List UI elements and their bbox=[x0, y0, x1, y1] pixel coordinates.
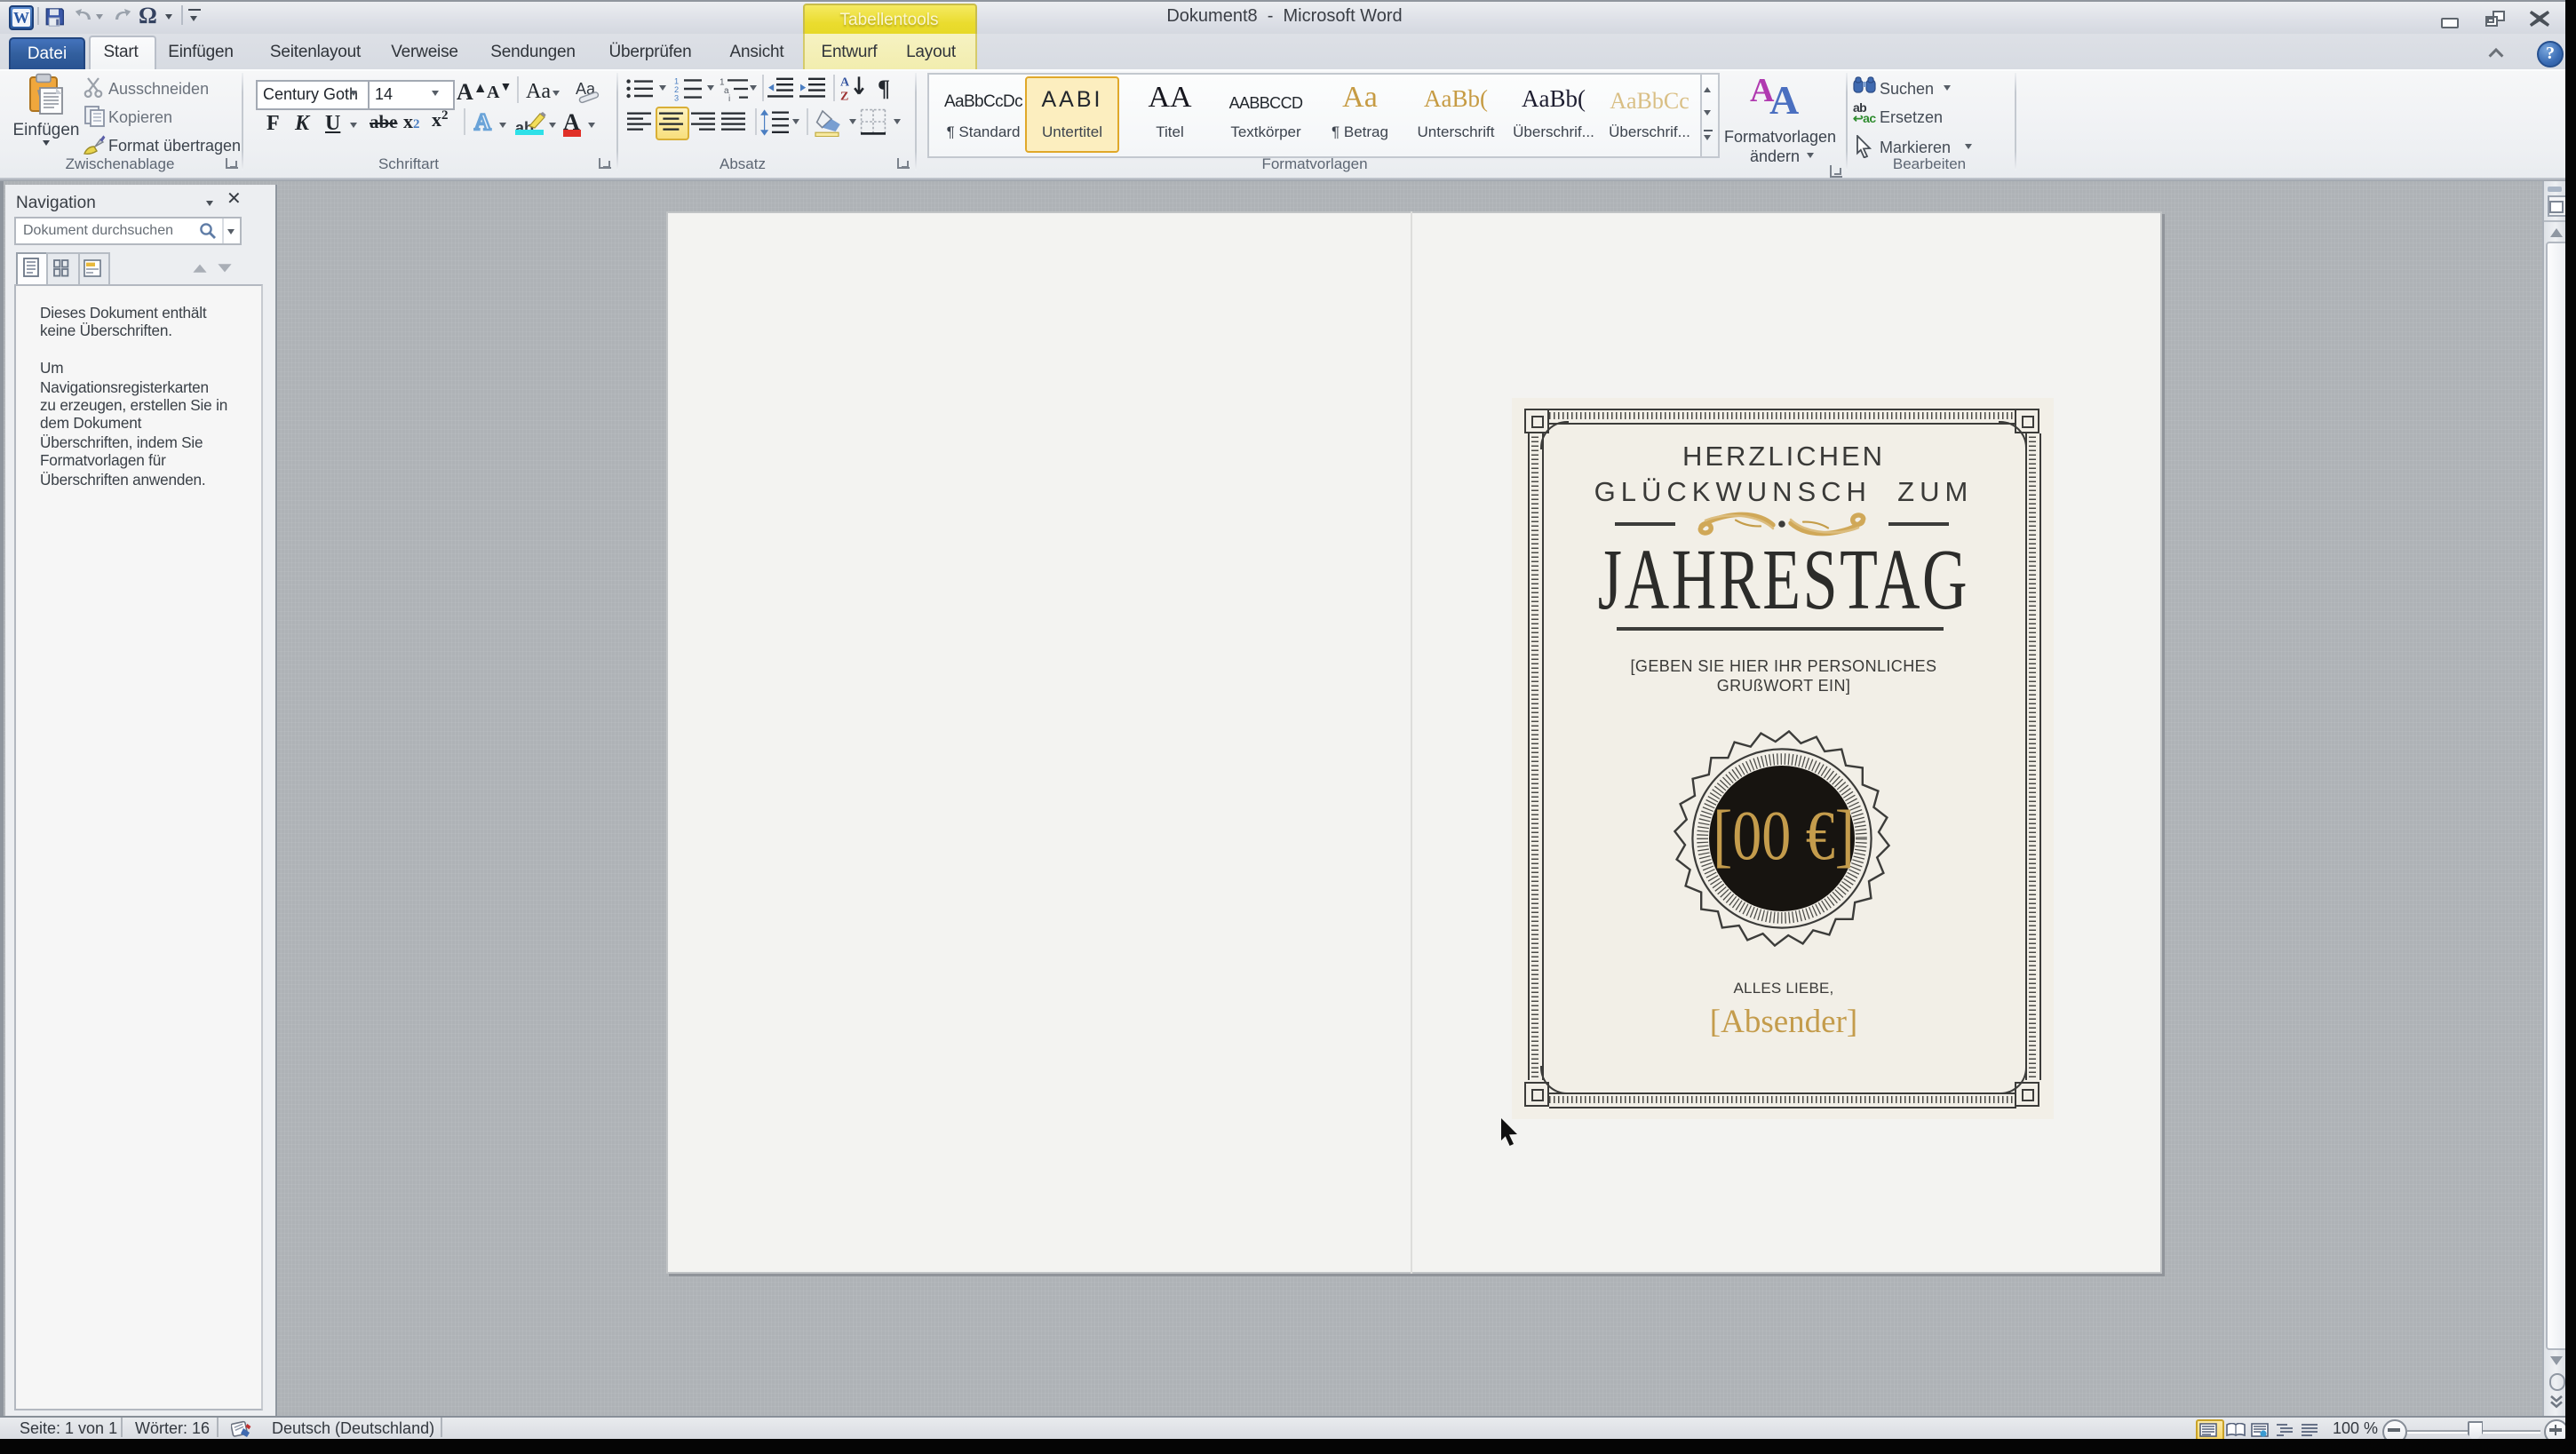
svg-text:A: A bbox=[840, 75, 850, 89]
svg-text:i: i bbox=[728, 93, 730, 100]
svg-text:1: 1 bbox=[674, 75, 679, 84]
svg-text:3: 3 bbox=[674, 93, 679, 100]
svg-text:Z: Z bbox=[840, 90, 848, 100]
svg-text:2: 2 bbox=[674, 84, 679, 93]
